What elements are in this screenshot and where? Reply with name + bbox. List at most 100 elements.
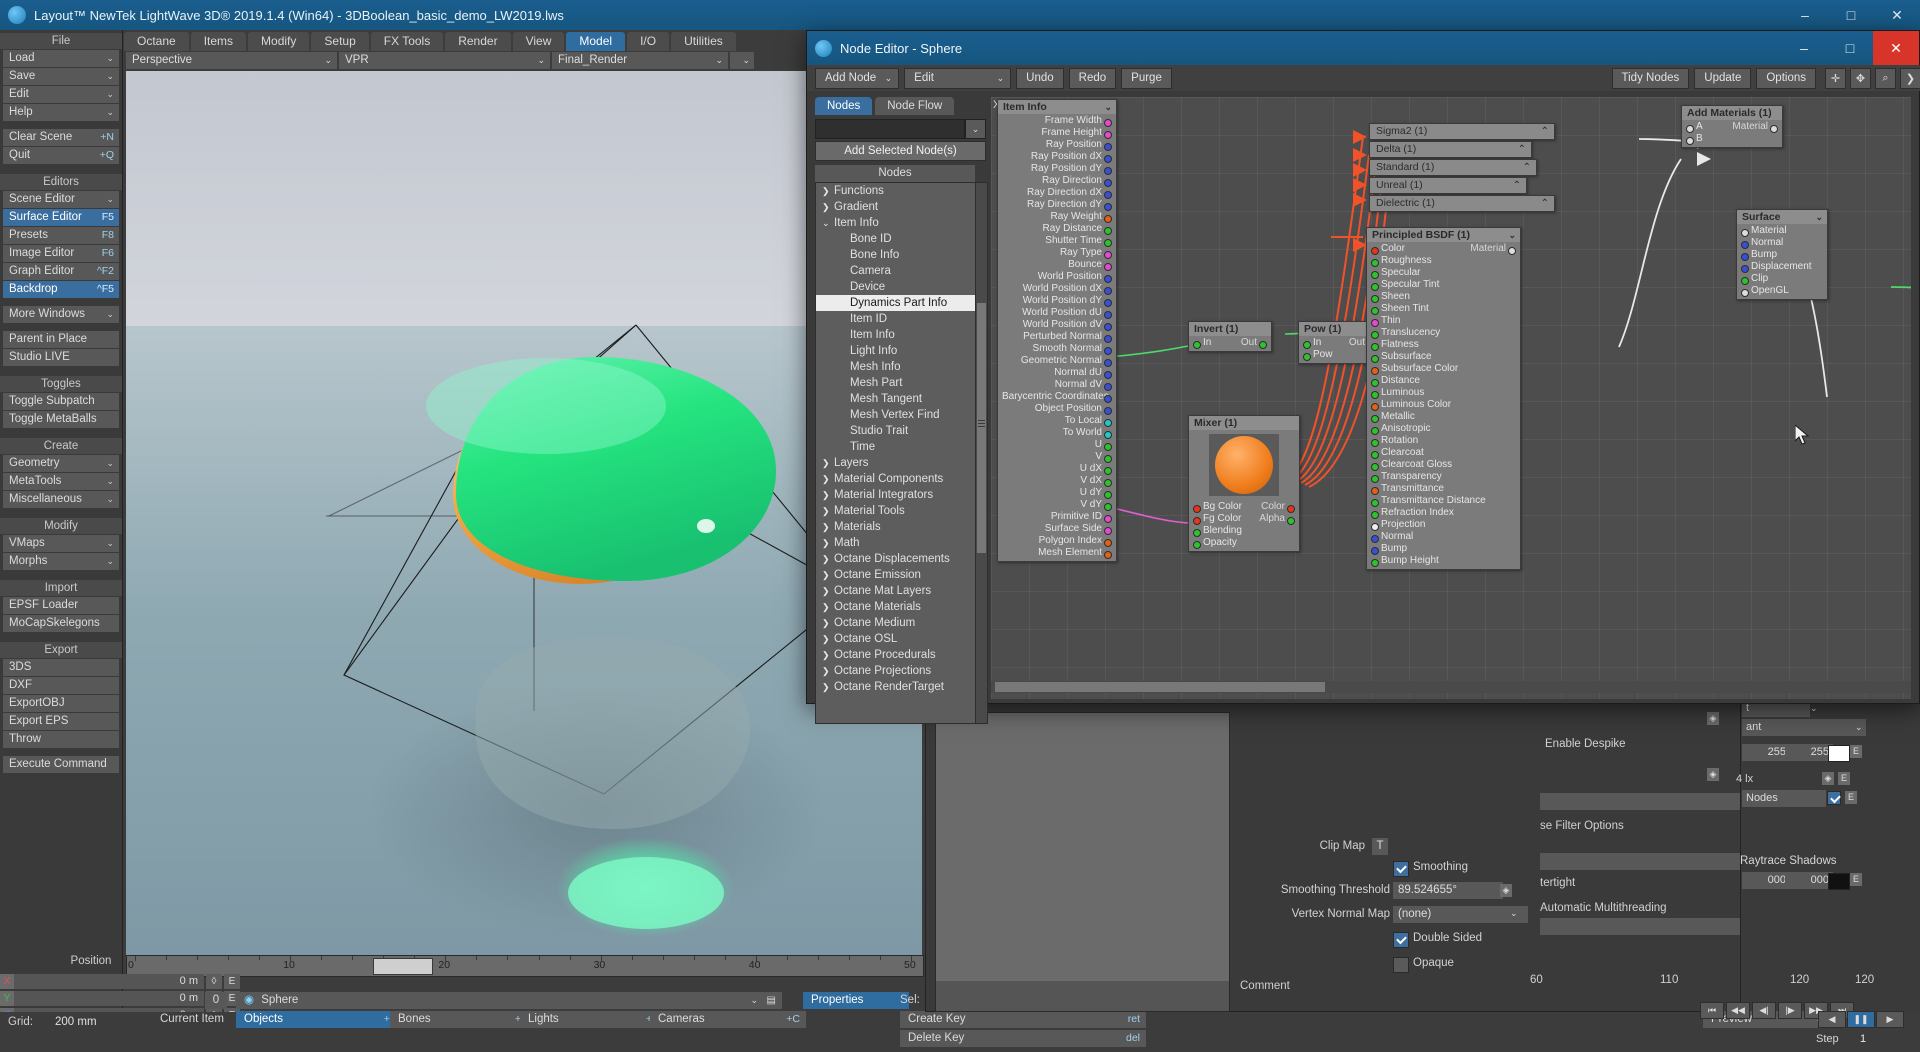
sidebar-item-throw[interactable]: Throw [3, 731, 119, 748]
output-bounce[interactable]: Bounce [998, 259, 1116, 271]
port-icon[interactable] [1104, 383, 1112, 391]
menu-tab-view[interactable]: View [512, 32, 565, 51]
output-frame-width[interactable]: Frame Width [998, 115, 1116, 127]
filter-env-icon[interactable]: ◈ [1707, 768, 1719, 781]
node-category-light-info[interactable]: Light Info [816, 343, 976, 359]
node-category-octane-mat-layers[interactable]: ❯ Octane Mat Layers [816, 583, 976, 599]
bsdf-input-normal[interactable]: Normal [1367, 531, 1520, 543]
output-ray-position-dx[interactable]: Ray Position dX [998, 151, 1116, 163]
port-icon[interactable] [1371, 403, 1379, 411]
bsdf-input-projection[interactable]: Projection [1367, 519, 1520, 531]
step-back-button[interactable]: ◀| [1752, 1002, 1776, 1019]
sidebar-item-scene-editor[interactable]: Scene Editor ⌄ [3, 191, 119, 208]
redo-button[interactable]: Redo [1068, 67, 1117, 89]
output-ray-direction[interactable]: Ray Direction [998, 175, 1116, 187]
port-icon[interactable] [1508, 247, 1516, 255]
bsdf-input-luminous-color[interactable]: Luminous Color [1367, 399, 1520, 411]
surface-input-displacement[interactable]: Displacement [1737, 261, 1827, 273]
nodes-checkbox[interactable] [1827, 791, 1841, 805]
port-icon[interactable] [1104, 191, 1112, 199]
filter-options-select[interactable] [1540, 793, 1745, 810]
port-icon[interactable] [1371, 307, 1379, 315]
properties-button[interactable]: Properties [803, 992, 909, 1009]
node-category-octane-materials[interactable]: ❯ Octane Materials [816, 599, 976, 615]
chevron-down-icon[interactable]: ⌄ [1815, 210, 1823, 224]
menu-tab-model[interactable]: Model [566, 32, 626, 51]
port-icon[interactable] [1741, 289, 1749, 297]
port-icon[interactable] [1371, 451, 1379, 459]
output-world-position-du[interactable]: World Position dU [998, 307, 1116, 319]
bsdf-input-refraction-index[interactable]: Refraction Index [1367, 507, 1520, 519]
bsdf-input-specular-tint[interactable]: Specular Tint [1367, 279, 1520, 291]
bsdf-input-specular[interactable]: Specular [1367, 267, 1520, 279]
delete-key-button[interactable]: Delete Key del [900, 1030, 1146, 1047]
port-icon[interactable] [1104, 491, 1112, 499]
node-category-octane-projections[interactable]: ❯ Octane Projections [816, 663, 976, 679]
port-icon[interactable] [1104, 203, 1112, 211]
port-icon[interactable] [1104, 347, 1112, 355]
port-icon[interactable] [1371, 343, 1379, 351]
port-icon[interactable] [1371, 319, 1379, 327]
menu-tab-items[interactable]: Items [190, 32, 247, 51]
node-category-time[interactable]: Time [816, 439, 976, 455]
port-icon[interactable] [1104, 503, 1112, 511]
sidebar-item-geometry[interactable]: Geometry ⌄ [3, 455, 119, 472]
shadow-a-field[interactable]: 000 [1742, 872, 1790, 889]
lux-env-icon-b[interactable]: E [1838, 772, 1850, 785]
node-add-materials-b[interactable]: B [1682, 133, 1782, 145]
node-category-studio-trait[interactable]: Studio Trait [816, 423, 976, 439]
double-sided-checkbox[interactable] [1393, 932, 1409, 948]
port-icon[interactable] [1104, 479, 1112, 487]
output-ray-direction-dx[interactable]: Ray Direction dX [998, 187, 1116, 199]
node-category-materials[interactable]: ❯ Materials [816, 519, 976, 535]
sidebar-item-execute-command[interactable]: Execute Command [3, 756, 119, 773]
node-category-gradient[interactable]: ❯ Gradient [816, 199, 976, 215]
port-icon[interactable] [1104, 323, 1112, 331]
port-icon[interactable] [1104, 527, 1112, 535]
port-icon[interactable] [1371, 295, 1379, 303]
node-invert-in[interactable]: In Out [1189, 337, 1271, 349]
node-category-dynamics-part-info[interactable]: Dynamics Part Info [816, 295, 976, 311]
bsdf-input-clearcoat-gloss[interactable]: Clearcoat Gloss [1367, 459, 1520, 471]
port-icon[interactable] [1104, 299, 1112, 307]
node-editor-close-button[interactable]: ✕ [1873, 31, 1919, 65]
node-category-bone-id[interactable]: Bone ID [816, 231, 976, 247]
port-icon[interactable] [1104, 431, 1112, 439]
bsdf-input-roughness[interactable]: Roughness [1367, 255, 1520, 267]
port-icon[interactable] [1371, 487, 1379, 495]
maximize-button[interactable]: □ [1828, 0, 1874, 30]
go-start-button[interactable]: ⏮ [1700, 1002, 1724, 1019]
smoothing-threshold-field[interactable]: 89.524655° [1393, 882, 1503, 899]
output-frame-height[interactable]: Frame Height [998, 127, 1116, 139]
node-search-input[interactable] [815, 119, 965, 139]
bsdf-input-bump[interactable]: Bump [1367, 543, 1520, 555]
rgb-a-field[interactable]: 255 [1742, 744, 1790, 761]
sidebar-item-save[interactable]: Save ⌄ [3, 68, 119, 85]
node-item-info[interactable]: Item Info ⌄ Frame Width Frame Height Ray Pos… [997, 99, 1117, 562]
node-category-camera[interactable]: Camera [816, 263, 976, 279]
sidebar-item-export-eps[interactable]: Export EPS [3, 713, 119, 730]
output-mesh-element[interactable]: Mesh Element [998, 547, 1116, 559]
port-icon[interactable] [1104, 179, 1112, 187]
output-smooth-normal[interactable]: Smooth Normal [998, 343, 1116, 355]
timeline-knob[interactable] [373, 958, 433, 975]
rgb-b-field[interactable]: 255 [1785, 744, 1833, 761]
output-ray-position-dy[interactable]: Ray Position dY [998, 163, 1116, 175]
menu-tab-setup[interactable]: Setup [311, 32, 369, 51]
canvas-horizontal-scrollbar[interactable] [991, 681, 1911, 693]
pin-icon[interactable]: ✛ [1825, 67, 1846, 89]
node-category-mesh-info[interactable]: Mesh Info [816, 359, 976, 375]
menu-tab-render[interactable]: Render [445, 32, 511, 51]
port-icon[interactable] [1371, 355, 1379, 363]
port-icon[interactable] [1371, 367, 1379, 375]
port-icon[interactable] [1741, 265, 1749, 273]
tidy-nodes-button[interactable]: Tidy Nodes [1611, 67, 1690, 89]
node-mixer-swatch[interactable] [1209, 434, 1279, 496]
sidebar-item-help[interactable]: Help ⌄ [3, 104, 119, 121]
node-category-octane-displacements[interactable]: ❯ Octane Displacements [816, 551, 976, 567]
node-category-item-info[interactable]: Item Info [816, 327, 976, 343]
port-icon[interactable] [1104, 395, 1112, 403]
shadow-b-field[interactable]: 000 [1785, 872, 1833, 889]
port-icon[interactable] [1104, 515, 1112, 523]
bsdf-input-subsurface-color[interactable]: Subsurface Color [1367, 363, 1520, 375]
